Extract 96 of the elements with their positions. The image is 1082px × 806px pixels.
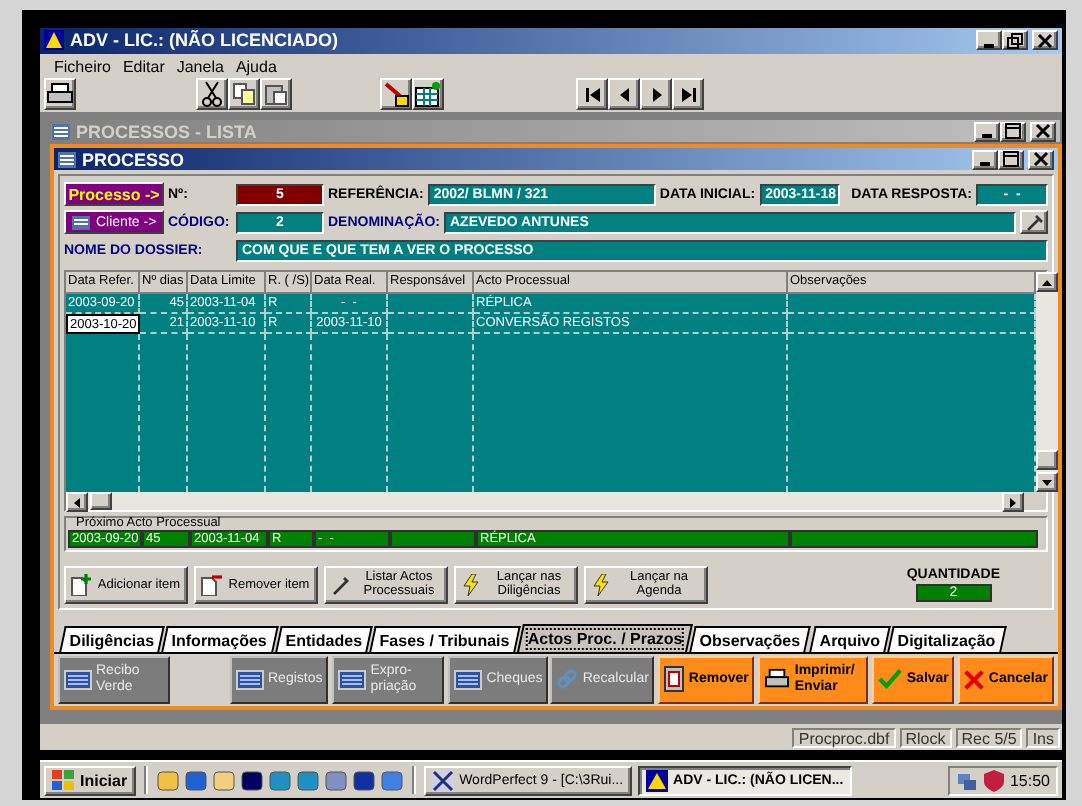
minimize-button[interactable]	[974, 121, 1000, 142]
copy-button[interactable]	[228, 78, 260, 111]
paste-button[interactable]	[260, 78, 292, 111]
menu-item[interactable]: Ajuda	[229, 57, 283, 77]
window-title: PROCESSOS - LISTA	[76, 121, 259, 142]
scrollbar[interactable]	[1036, 272, 1058, 493]
close-button[interactable]	[1032, 30, 1058, 51]
minimize-icon	[980, 162, 990, 167]
card-icon	[64, 668, 92, 691]
check-icon	[878, 668, 903, 691]
window-title: ADV - LIC.: (NÃO LICENCIADO)	[70, 30, 340, 51]
scissors-icon	[200, 80, 224, 109]
minimize-button[interactable]	[972, 149, 998, 170]
card-icon	[236, 668, 264, 691]
menu-item[interactable]: Editar	[116, 57, 171, 77]
wrench-icon	[1025, 213, 1043, 232]
add-document-icon	[70, 573, 92, 596]
scrollbar-thumb[interactable]	[1036, 450, 1058, 471]
clock: 15:50	[1009, 771, 1050, 789]
previous-button[interactable]	[608, 78, 640, 111]
window-title: PROCESSO	[82, 149, 187, 170]
tab[interactable]: Informações	[161, 626, 279, 653]
wrench-icon	[330, 573, 352, 596]
down-arrow-icon	[1042, 477, 1052, 488]
menu-item[interactable]: Ficheiro	[48, 57, 117, 77]
scroll-right-button[interactable]	[1002, 492, 1024, 513]
close-icon	[1034, 122, 1052, 141]
first-button[interactable]	[576, 78, 608, 111]
brush-icon	[382, 80, 410, 109]
card-icon	[338, 668, 367, 691]
cut-button[interactable]	[196, 78, 228, 111]
form-icon	[52, 123, 70, 140]
form-icon	[72, 215, 90, 230]
lightning-icon	[460, 573, 482, 596]
maximize-button[interactable]	[1000, 121, 1026, 142]
processo-button[interactable]: Processo ->	[64, 182, 164, 207]
link-icon	[556, 668, 579, 691]
table-cell	[388, 294, 474, 315]
close-icon	[1032, 150, 1050, 169]
tab[interactable]: Arquivo	[808, 626, 891, 653]
skip-end-icon	[677, 83, 699, 106]
status-text: Ins	[1026, 728, 1060, 749]
table-icon	[414, 80, 442, 109]
up-arrow-icon	[1042, 277, 1052, 288]
cross-icon	[964, 669, 985, 690]
left-arrow-icon	[72, 497, 82, 508]
menu-item[interactable]: Janela	[170, 57, 230, 77]
windows-logo-icon	[52, 770, 74, 790]
tab[interactable]: Digitalização	[886, 626, 1007, 653]
lightning-icon	[590, 573, 612, 596]
tab[interactable]: Diligências	[59, 626, 166, 653]
close-icon	[1036, 31, 1054, 50]
start-button[interactable]: Iniciar	[44, 765, 136, 795]
last-button[interactable]	[672, 78, 704, 111]
minimize-icon	[982, 134, 992, 139]
maximize-icon	[1004, 122, 1022, 141]
next-act-cell	[390, 530, 476, 549]
tool-button[interactable]	[1020, 210, 1048, 235]
triangle-icon	[645, 769, 668, 791]
scrollbar-thumb[interactable]	[90, 492, 112, 511]
maximize-icon	[1002, 150, 1020, 169]
shield-icon	[983, 769, 1004, 791]
copy-icon	[232, 82, 256, 107]
print-button[interactable]	[44, 78, 76, 111]
scroll-left-button[interactable]	[66, 492, 88, 513]
status-text: Rec 5/5	[955, 728, 1023, 749]
status-text: Rlock	[899, 728, 952, 749]
restore-icon	[1006, 31, 1024, 50]
app-icon	[44, 30, 64, 51]
remove-document-icon	[200, 573, 222, 596]
form-icon	[58, 151, 76, 168]
scrollbar[interactable]	[66, 492, 1024, 511]
close-button[interactable]	[1030, 121, 1056, 142]
card-icon	[454, 668, 483, 691]
tab[interactable]: Entidades	[274, 626, 373, 653]
next-button[interactable]	[640, 78, 672, 111]
right-arrow-icon	[1008, 497, 1018, 508]
skip-start-icon	[581, 83, 603, 106]
minimize-button[interactable]	[976, 30, 1002, 51]
close-button[interactable]	[1028, 149, 1054, 170]
cross-icon	[431, 769, 454, 791]
scroll-down-button[interactable]	[1036, 472, 1058, 493]
printer-icon	[764, 668, 791, 691]
maximize-button[interactable]	[998, 149, 1024, 170]
tab[interactable]: Actos Proc. / Prazos	[517, 624, 694, 653]
grid-button[interactable]	[412, 78, 444, 111]
brush-button[interactable]	[380, 78, 412, 111]
paste-icon	[264, 82, 288, 107]
restore-button[interactable]	[1002, 30, 1028, 51]
tab[interactable]: Fases / Tribunais	[369, 626, 521, 653]
scroll-up-button[interactable]	[1036, 272, 1058, 293]
network-icon	[955, 769, 978, 791]
printer-icon	[46, 82, 74, 107]
status-text: Procproc.dbf	[792, 728, 896, 749]
tab[interactable]: Observações	[689, 626, 812, 653]
minimize-icon	[984, 43, 994, 48]
